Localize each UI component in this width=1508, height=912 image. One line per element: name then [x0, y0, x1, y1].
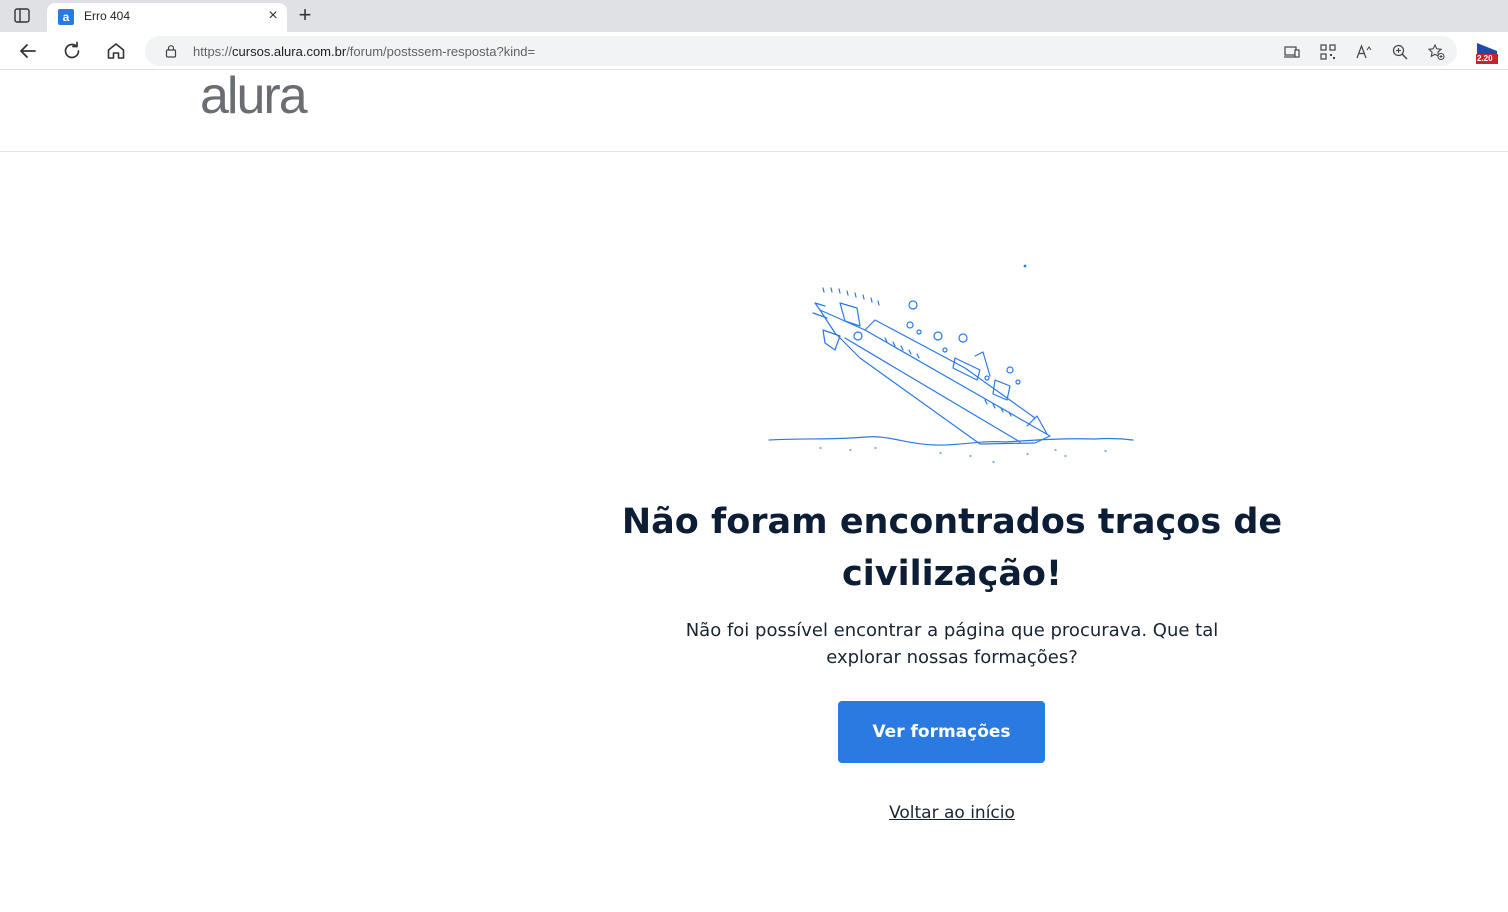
back-arrow-icon[interactable] — [16, 39, 40, 63]
home-icon[interactable] — [104, 39, 128, 63]
alura-logo[interactable]: alura — [200, 70, 308, 122]
favorites-icon[interactable] — [1427, 43, 1445, 61]
refresh-icon[interactable] — [60, 39, 84, 63]
url-host: cursos.alura.com.br — [232, 44, 347, 59]
tab-title: Erro 404 — [84, 9, 131, 23]
alura-favicon-icon: a — [58, 9, 74, 25]
site-header: alura — [0, 70, 1508, 152]
back-home-link[interactable]: Voltar ao início — [852, 803, 1052, 823]
device-icon[interactable] — [1283, 43, 1301, 61]
tab-actions-icon[interactable] — [12, 7, 32, 25]
url-path: /forum/postssem-resposta?kind= — [346, 44, 536, 59]
extension-badge: 2.20 — [1477, 54, 1493, 63]
plus-icon[interactable]: + — [295, 4, 315, 26]
url-text[interactable]: https://cursos.alura.com.br/forum/postss… — [193, 44, 535, 59]
qr-icon[interactable] — [1319, 43, 1337, 61]
read-aloud-icon[interactable] — [1355, 43, 1373, 61]
tab-bar: a Erro 404 × + — [0, 0, 1508, 32]
url-prefix: https:// — [193, 44, 233, 59]
active-tab[interactable]: a Erro 404 × — [47, 3, 287, 32]
zoom-icon[interactable] — [1391, 43, 1409, 61]
sinking-ship-illustration — [765, 258, 1135, 468]
lock-icon[interactable] — [164, 44, 178, 58]
browser-toolbar: https://cursos.alura.com.br/forum/postss… — [0, 32, 1508, 70]
address-bar[interactable]: https://cursos.alura.com.br/forum/postss… — [145, 36, 1457, 66]
close-icon[interactable]: × — [265, 8, 281, 24]
error-description: Não foi possível encontrar a página que … — [685, 620, 1219, 668]
extension-icon[interactable]: 2.20 — [1475, 41, 1499, 65]
error-title: Não foram encontrados traços de civiliza… — [621, 502, 1283, 594]
view-formations-button[interactable]: Ver formações — [838, 701, 1045, 763]
